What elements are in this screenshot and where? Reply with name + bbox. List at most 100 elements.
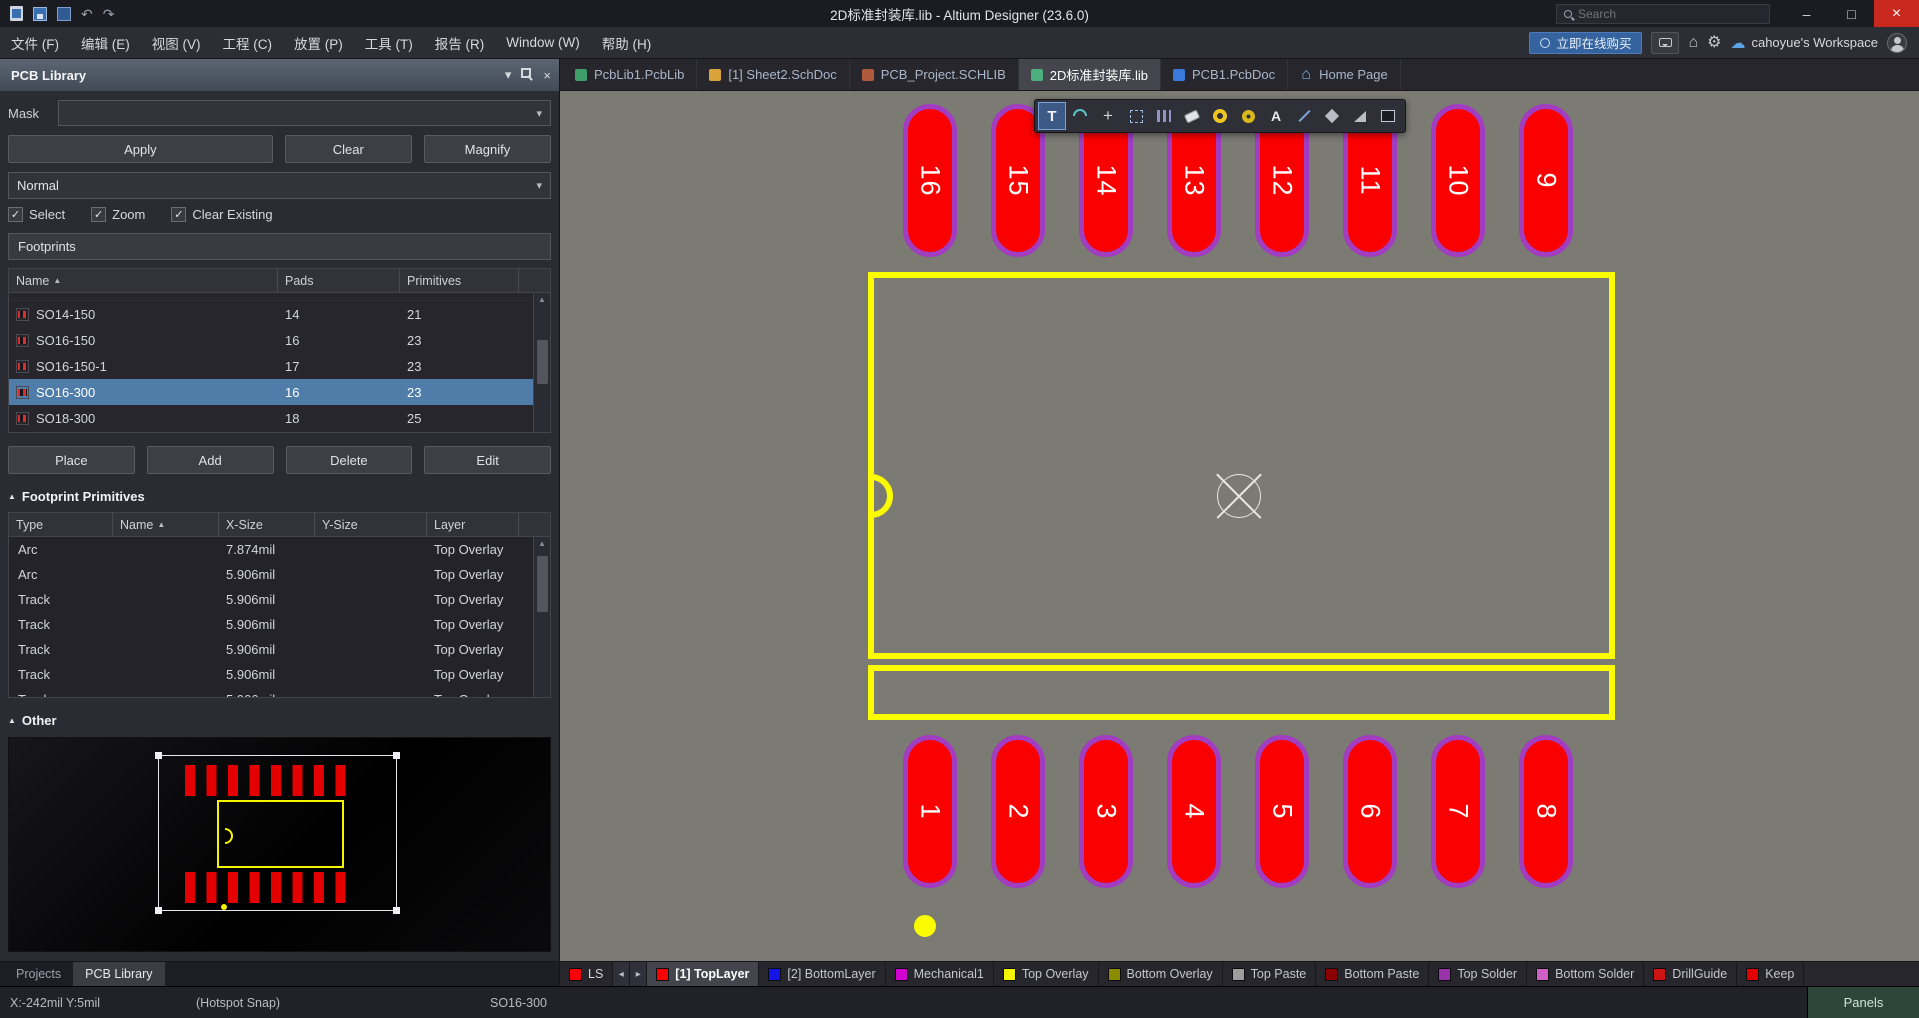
settings-button[interactable]: ⚙ (1707, 35, 1721, 51)
selection-handle[interactable] (393, 752, 400, 759)
primitive-row[interactable]: Track 5.906mil Top Overlay (9, 687, 550, 697)
pad[interactable]: 3 (1079, 735, 1133, 888)
component-origin-marker[interactable] (1217, 474, 1261, 518)
paste-array-tool-icon[interactable] (1151, 103, 1177, 129)
panel-menu-icon[interactable]: ▾ (505, 67, 512, 83)
pad[interactable]: 1 (903, 735, 957, 888)
menu-item[interactable]: 工具 (T) (354, 27, 424, 58)
place-arc-tool-icon[interactable] (1067, 103, 1093, 129)
mask-dropdown[interactable]: ▾ (58, 100, 551, 126)
silkscreen-body-outline[interactable] (868, 272, 1615, 659)
save-icon[interactable] (33, 7, 47, 21)
place-fill-tool-icon[interactable] (1319, 103, 1345, 129)
pad[interactable]: 9 (1519, 104, 1573, 257)
fiducial-donut-pad[interactable] (914, 915, 936, 937)
close-button[interactable]: × (1874, 0, 1919, 27)
option-checkbox[interactable]: Clear Existing (171, 207, 272, 222)
selection-handle[interactable] (155, 907, 162, 914)
column-header-primitives[interactable]: Primitives (400, 269, 519, 292)
document-tab[interactable]: PCB1.PcbDoc (1161, 59, 1288, 90)
pad[interactable]: 8 (1519, 735, 1573, 888)
document-tab[interactable]: 2D标准封装库.lib (1019, 59, 1161, 90)
layer-tab[interactable]: Top Solder (1429, 962, 1527, 986)
column-header-type[interactable]: Type (9, 513, 113, 536)
menu-item[interactable]: Window (W) (495, 27, 591, 58)
column-header-xsize[interactable]: X-Size (219, 513, 315, 536)
layer-tab[interactable]: Top Overlay (994, 962, 1099, 986)
place-graphics-tool-icon[interactable] (1375, 103, 1401, 129)
clear-button[interactable]: Clear (285, 135, 412, 163)
apply-button[interactable]: Apply (8, 135, 273, 163)
layer-tab[interactable]: DrillGuide (1644, 962, 1737, 986)
panels-button[interactable]: Panels (1807, 987, 1919, 1018)
primitive-row[interactable]: Arc 5.906mil Top Overlay (9, 562, 550, 587)
pad[interactable]: 10 (1431, 104, 1485, 257)
scroll-up-icon[interactable]: ▲ (538, 293, 546, 306)
primitive-row[interactable]: Track 5.906mil Top Overlay (9, 662, 550, 687)
layer-tab[interactable]: Bottom Paste (1316, 962, 1429, 986)
measure-tool-icon[interactable] (1347, 103, 1373, 129)
footprint-row[interactable]: SO18-300 18 25 (9, 405, 550, 431)
minimize-button[interactable]: – (1784, 0, 1829, 27)
delete-button[interactable]: Delete (286, 446, 413, 474)
save-all-icon[interactable] (57, 7, 71, 21)
scroll-layers-right-arrow[interactable]: ▸ (630, 962, 647, 986)
pin-icon[interactable] (521, 68, 533, 83)
footprint-row[interactable]: SO16-300 16 23 (9, 379, 550, 405)
footprints-scrollbar[interactable]: ▲ (533, 293, 550, 432)
select-region-tool-icon[interactable] (1123, 103, 1149, 129)
user-avatar-icon[interactable] (1887, 33, 1907, 53)
menu-item[interactable]: 视图 (V) (141, 27, 212, 58)
pad[interactable]: 5 (1255, 735, 1309, 888)
crosshair-tool-icon[interactable]: + (1095, 103, 1121, 129)
place-string-tool-icon[interactable]: A (1263, 103, 1289, 129)
layer-tab[interactable]: [1] TopLayer (647, 962, 759, 986)
silkscreen-bottom-band[interactable] (868, 665, 1615, 720)
mode-dropdown[interactable]: Normal ▾ (8, 172, 551, 199)
layer-tab[interactable]: Top Paste (1223, 962, 1317, 986)
add-button[interactable]: Add (147, 446, 274, 474)
pad[interactable]: 16 (903, 104, 957, 257)
layer-tab[interactable]: Mechanical1 (886, 962, 994, 986)
column-header-ysize[interactable]: Y-Size (315, 513, 427, 536)
eraser-tool-icon[interactable] (1179, 103, 1205, 129)
workspace-button[interactable]: ☁ cahoyue's Workspace (1730, 34, 1878, 52)
footprint-primitives-section-header[interactable]: ▲ Footprint Primitives (8, 489, 551, 504)
panel-close-icon[interactable]: × (543, 68, 551, 83)
tab-projects[interactable]: Projects (4, 962, 73, 986)
undo-icon[interactable]: ↶ (81, 7, 93, 21)
new-document-icon[interactable] (10, 6, 23, 21)
menu-item[interactable]: 报告 (R) (424, 27, 496, 58)
menu-item[interactable]: 文件 (F) (0, 27, 70, 58)
edit-button[interactable]: Edit (424, 446, 551, 474)
redo-icon[interactable]: ↷ (103, 7, 115, 21)
pad[interactable]: 6 (1343, 735, 1397, 888)
scrollbar-thumb[interactable] (537, 340, 548, 384)
footprint-row[interactable]: SO14-150 14 21 (9, 301, 550, 327)
selection-handle[interactable] (155, 752, 162, 759)
other-section-header[interactable]: ▲ Other (8, 713, 551, 728)
layer-tab[interactable]: Bottom Overlay (1099, 962, 1223, 986)
option-checkbox[interactable]: Select (8, 207, 65, 222)
layer-tab[interactable]: Keep (1737, 962, 1804, 986)
pad[interactable]: 2 (991, 735, 1045, 888)
menu-item[interactable]: 编辑 (E) (70, 27, 141, 58)
menu-item[interactable]: 放置 (P) (283, 27, 354, 58)
magnify-button[interactable]: Magnify (424, 135, 551, 163)
column-header-pads[interactable]: Pads (278, 269, 400, 292)
search-box[interactable] (1556, 4, 1770, 24)
place-text-tool-icon[interactable]: T (1039, 103, 1065, 129)
scroll-layers-left-arrow[interactable]: ◂ (613, 962, 630, 986)
primitive-row[interactable]: Arc 7.874mil Top Overlay (9, 537, 550, 562)
option-checkbox[interactable]: Zoom (91, 207, 145, 222)
menu-item[interactable]: 工程 (C) (212, 27, 284, 58)
column-header-layer[interactable]: Layer (427, 513, 519, 536)
pad[interactable]: 4 (1167, 735, 1221, 888)
document-tab[interactable]: PcbLib1.PcbLib (563, 59, 697, 90)
place-pad-tool-icon[interactable] (1207, 103, 1233, 129)
primitives-scrollbar[interactable]: ▲ (533, 537, 550, 697)
scrollbar-thumb[interactable] (537, 556, 548, 612)
primitive-row[interactable]: Track 5.906mil Top Overlay (9, 587, 550, 612)
pcb-canvas[interactable]: T + (560, 91, 1919, 961)
document-tab[interactable]: PCB_Project.SCHLIB (850, 59, 1019, 90)
